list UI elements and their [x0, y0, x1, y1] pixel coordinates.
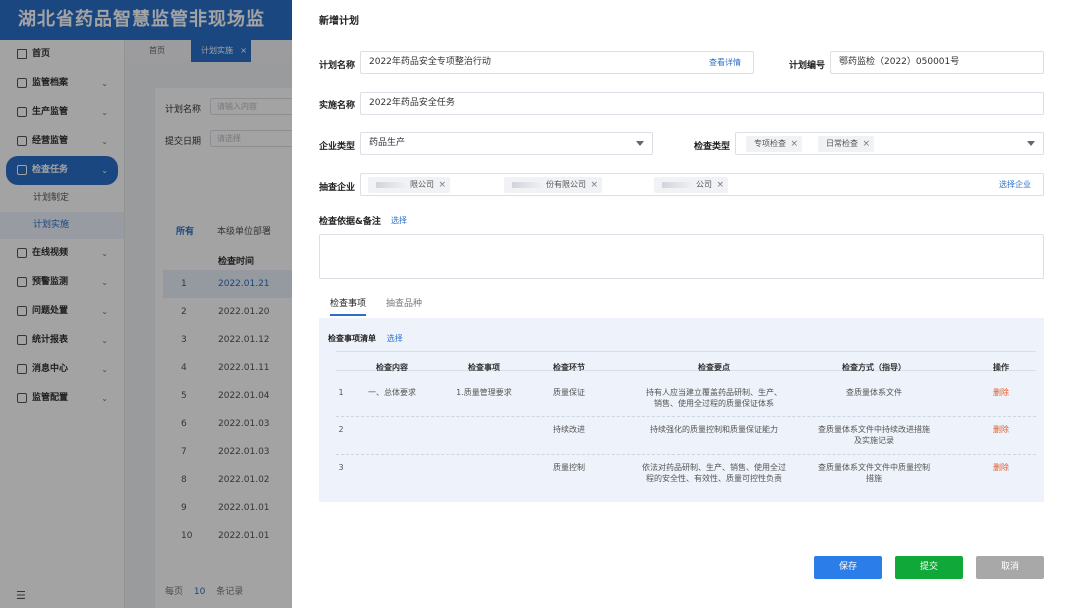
close-icon[interactable]: ×: [590, 177, 598, 193]
company-type-select[interactable]: 药品生产: [360, 132, 653, 155]
check-point-line2: 程的安全性、有效性、质量可控性负责: [646, 474, 782, 483]
check-method-line2: 措施: [866, 474, 882, 483]
check-stage: 持续改进: [553, 425, 585, 434]
table-row: 2 持续改进 持续强化的质量控制和质量保证能力 查质量体系文件中持续改进措施 及实施记录…: [336, 417, 1036, 455]
check-method-line2: 及实施记录: [854, 436, 894, 445]
impl-name-value: 2022年药品安全任务: [369, 98, 455, 108]
save-button[interactable]: 保存: [814, 556, 882, 579]
row-number: 1: [338, 388, 344, 397]
row-number: 3: [338, 463, 344, 472]
close-icon[interactable]: ×: [862, 136, 870, 152]
basis-select-link[interactable]: 选择: [391, 215, 407, 226]
redacted-text: [662, 181, 692, 188]
delete-button[interactable]: 删除: [976, 424, 1026, 435]
plan-no-field[interactable]: 鄂药监检（2022）050001号: [830, 51, 1044, 74]
check-method-line1: 查质量体系文件中持续改进措施: [818, 425, 930, 434]
redacted-text: [512, 181, 542, 188]
company-type-label: 企业类型: [319, 142, 356, 152]
modal-overlay[interactable]: [0, 0, 295, 608]
dropdown-arrow-icon: [1027, 141, 1035, 146]
plan-no-value: 鄂药监检（2022）050001号: [839, 57, 960, 67]
close-icon[interactable]: ×: [716, 177, 724, 193]
check-method: 查质量体系文件中持续改进措施 及实施记录: [804, 424, 944, 446]
check-method: 查质量体系文件文件中质量控制 措施: [804, 462, 944, 484]
tab-sample-varieties[interactable]: 抽查品种: [386, 296, 422, 314]
drawer-title: 新增计划: [319, 16, 359, 27]
delete-button[interactable]: 删除: [976, 462, 1026, 473]
sample-company-label: 抽查企业: [319, 183, 356, 193]
sub-tabs: 检查事项 抽查品种: [319, 296, 1044, 318]
column-header: 检查要点: [698, 363, 730, 372]
redacted-text: [376, 181, 406, 188]
check-point-line1: 持续强化的质量控制和质量保证能力: [650, 425, 778, 434]
check-items-list-title: 检查事项清单 选择: [328, 333, 403, 344]
table-row: 1 一、总体要求 1.质量管理要求 质量保证 持有人应当建立覆盖药品研制、生产、 销售、使…: [336, 380, 1036, 417]
close-icon[interactable]: ×: [790, 136, 798, 152]
column-header: 检查环节: [553, 363, 585, 372]
company-tag: 限公司 ×: [368, 177, 450, 193]
check-content: 一、总体要求: [368, 388, 416, 397]
check-type-select[interactable]: 专项检查 × 日常检查 ×: [735, 132, 1044, 155]
column-header: 检查事项: [468, 363, 500, 372]
check-item: 1.质量管理要求: [456, 388, 512, 397]
dropdown-arrow-icon: [636, 141, 644, 146]
submit-button[interactable]: 提交: [895, 556, 963, 579]
check-type-tag: 日常检查 ×: [818, 136, 874, 152]
basis-label: 检查依据&备注: [319, 217, 381, 227]
check-point: 依法对药品研制、生产、销售、使用全过 程的安全性、有效性、质量可控性负责: [626, 462, 802, 484]
delete-button[interactable]: 删除: [976, 387, 1026, 398]
tag-label: 限公司: [410, 180, 434, 189]
cancel-button[interactable]: 取消: [976, 556, 1044, 579]
app-root: 湖北省药品智慧监管非现场监 首页 监管档案 ⌄ 生产监管 ⌄ 经营监管 ⌄ 检查任务 ⌄ 计划制定…: [0, 0, 1080, 608]
check-point: 持续强化的质量控制和质量保证能力: [626, 424, 802, 435]
column-header: 检查方式（指导）: [842, 363, 906, 372]
tag-label: 公司: [696, 180, 712, 189]
plan-name-label: 计划名称: [319, 61, 356, 71]
check-items-panel: 检查事项清单 选择 检查内容 检查事项 检查环节 检查要点 检查方式（指导） 操作 1 一、…: [319, 318, 1044, 502]
check-method-line1: 查质量体系文件: [846, 388, 902, 397]
list-title-text: 检查事项清单: [328, 334, 376, 343]
new-plan-drawer: 新增计划 计划名称 2022年药品安全专项整治行动 查看详情 计划编号 鄂药监检…: [292, 0, 1080, 608]
check-stage: 质量控制: [553, 463, 585, 472]
view-detail-link[interactable]: 查看详情: [709, 52, 741, 73]
check-method-line1: 查质量体系文件文件中质量控制: [818, 463, 930, 472]
tag-label: 专项检查: [754, 139, 786, 148]
check-point-line1: 持有人应当建立覆盖药品研制、生产、: [646, 388, 782, 397]
check-point: 持有人应当建立覆盖药品研制、生产、 销售、使用全过程的质量保证体系: [626, 387, 802, 409]
check-method: 查质量体系文件: [804, 387, 944, 398]
check-point-line2: 销售、使用全过程的质量保证体系: [654, 399, 774, 408]
impl-name-label: 实施名称: [319, 101, 356, 111]
check-type-tag: 专项检查 ×: [746, 136, 802, 152]
tab-check-items[interactable]: 检查事项: [330, 296, 367, 316]
basis-textarea[interactable]: [319, 234, 1044, 279]
select-company-link[interactable]: 选择企业: [999, 174, 1031, 195]
company-type-value: 药品生产: [369, 138, 406, 148]
close-icon[interactable]: ×: [438, 177, 446, 193]
list-select-link[interactable]: 选择: [387, 334, 403, 343]
check-type-label: 检查类型: [694, 142, 731, 152]
tag-label: 份有限公司: [546, 180, 586, 189]
table-row: 3 质量控制 依法对药品研制、生产、销售、使用全过 程的安全性、有效性、质量可控性负责…: [336, 455, 1036, 493]
check-point-line1: 依法对药品研制、生产、销售、使用全过: [642, 463, 786, 472]
column-header: 操作: [993, 363, 1009, 372]
column-header: 检查内容: [376, 363, 408, 372]
sample-company-field[interactable]: 选择企业 限公司 × 份有限公司 × 公司 ×: [360, 173, 1044, 196]
impl-name-field[interactable]: 2022年药品安全任务: [360, 92, 1044, 115]
plan-name-field[interactable]: 2022年药品安全专项整治行动 查看详情: [360, 51, 754, 74]
company-tag: 份有限公司 ×: [504, 177, 602, 193]
table-header: 检查内容 检查事项 检查环节 检查要点 检查方式（指导） 操作: [336, 351, 1036, 372]
check-stage: 质量保证: [553, 388, 585, 397]
company-tag: 公司 ×: [654, 177, 728, 193]
row-number: 2: [338, 425, 344, 434]
plan-name-value: 2022年药品安全专项整治行动: [369, 57, 491, 67]
tag-label: 日常检查: [826, 139, 858, 148]
plan-no-label: 计划编号: [789, 61, 826, 71]
